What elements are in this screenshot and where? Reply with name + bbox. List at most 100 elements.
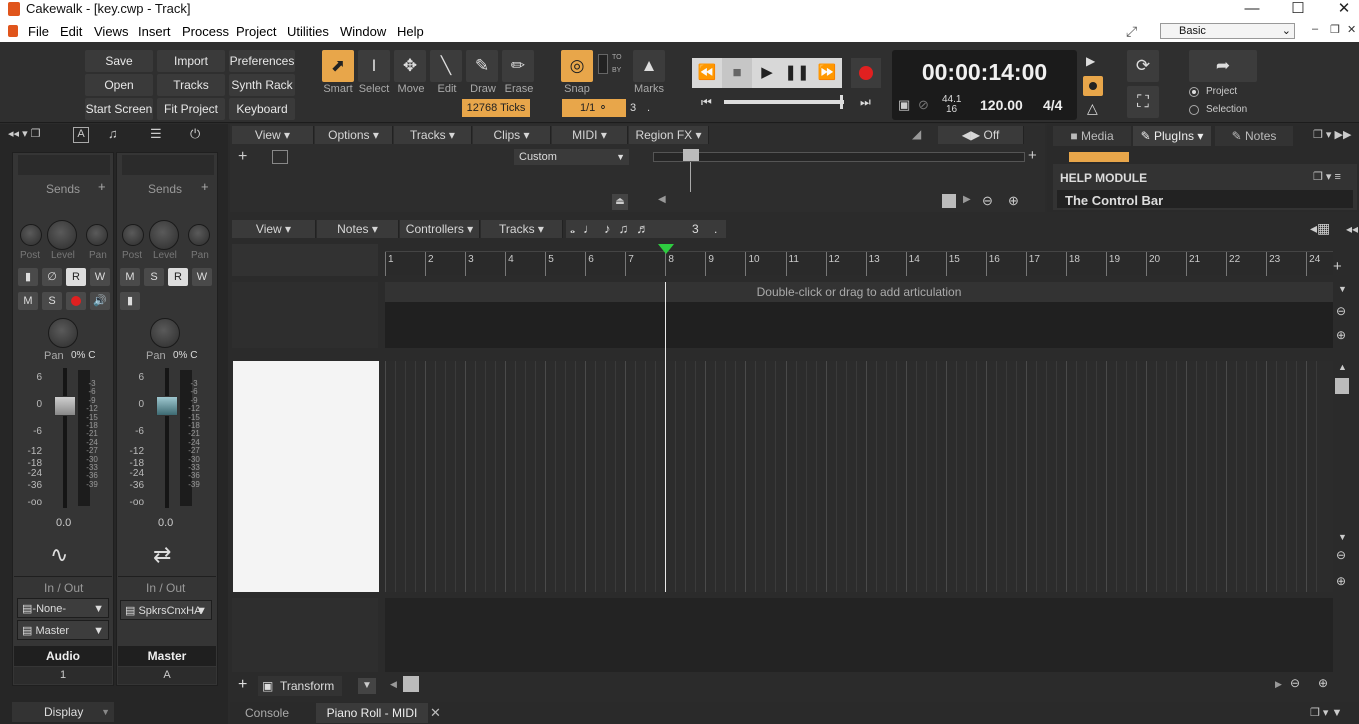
strip2-fx-bin[interactable] — [122, 155, 214, 175]
pianoroll-notes-menu[interactable]: Notes ▾ — [317, 220, 399, 238]
add-controller-icon[interactable]: + — [238, 676, 247, 694]
pianoroll-view-menu[interactable]: View ▾ — [232, 220, 316, 238]
clip-properties-icon[interactable]: A — [73, 127, 89, 143]
sync-icon[interactable]: ▣ — [898, 97, 910, 113]
note-duration-buttons[interactable]: 𝅝♩♪♫♬ — [566, 220, 726, 238]
snap-resolution-select[interactable]: 1/1 ⚬ — [562, 99, 626, 117]
browser-tab-plugins[interactable]: ✎ PlugIns ▾ — [1133, 126, 1211, 146]
trackview-options-menu[interactable]: Options ▾ — [315, 126, 393, 144]
playhead-marker[interactable] — [658, 244, 674, 254]
strip2-write-button[interactable]: W — [192, 268, 212, 286]
waveform-icon[interactable]: ♫ — [108, 126, 118, 141]
time-ruler[interactable]: 1 2 3 4 5 6 7 8 9 10 11 12 13 14 15 16 17 18 19 20 21 22 23 24 — [385, 251, 1333, 276]
strip1-add-send-icon[interactable]: + — [98, 179, 106, 194]
automation-icon[interactable]: ◢ — [912, 127, 921, 141]
pause-button[interactable]: ❚❚ — [782, 58, 812, 88]
save-button[interactable]: Save — [85, 50, 153, 72]
strip1-send-level-knob[interactable] — [47, 220, 77, 250]
triplet-button[interactable]: 3 — [692, 222, 699, 236]
list-icon[interactable]: ☰ — [150, 126, 162, 142]
dotted-button[interactable]: . — [714, 222, 717, 236]
strip2-pan-knob[interactable] — [150, 318, 180, 348]
strip1-post-knob[interactable] — [20, 224, 42, 246]
vscroll-thumb[interactable] — [1335, 378, 1349, 394]
horizontal-zoom-out-icon[interactable]: ⊖ — [1290, 676, 1300, 690]
now-time-display[interactable]: 00:00:14:00 — [892, 59, 1077, 86]
piano-keyboard[interactable] — [233, 361, 379, 592]
track-scroll-thumb[interactable] — [942, 194, 956, 208]
menu-file[interactable]: File — [28, 24, 49, 39]
tracks-button[interactable]: Tracks — [157, 74, 225, 96]
record-button[interactable] — [851, 58, 881, 88]
custom-select[interactable]: Custom ▼ — [514, 149, 629, 165]
strip2-mute-button[interactable]: M — [120, 268, 140, 286]
zoom-out-icon[interactable]: ⊖ — [982, 193, 993, 209]
trackview-tracks-menu[interactable]: Tracks ▾ — [394, 126, 472, 144]
pianoroll-controllers-menu[interactable]: Controllers ▾ — [400, 220, 480, 238]
stop-button[interactable]: ■ — [722, 58, 752, 88]
strip1-phase-button[interactable]: ∅ — [42, 268, 62, 286]
doc-minimize-icon[interactable]: – — [1312, 23, 1318, 35]
help-options-icon[interactable]: ❐ ▾ ≡ — [1313, 170, 1341, 183]
doc-restore-icon[interactable]: ❐ — [1330, 23, 1340, 36]
app-menu-icon[interactable] — [8, 25, 18, 37]
trackview-regionfx-menu[interactable]: Region FX ▾ — [629, 126, 709, 144]
open-button[interactable]: Open — [85, 74, 153, 96]
marks-button[interactable]: ▲ — [633, 50, 665, 82]
strip2-add-send-icon[interactable]: + — [201, 179, 209, 194]
zoom-in-icon[interactable]: ⊕ — [1008, 193, 1019, 209]
browser-tab-media[interactable]: ■ Media — [1053, 126, 1131, 146]
now-time-slider-thumb[interactable] — [840, 95, 843, 109]
preferences-button[interactable]: Preferences — [229, 50, 295, 72]
move-tool-button[interactable]: ✥ — [394, 50, 426, 82]
add-lane-icon[interactable]: + — [1028, 147, 1037, 164]
overview-timeline[interactable] — [653, 152, 1025, 162]
draw-tool-button[interactable]: ✎ — [466, 50, 498, 82]
vscroll-up-icon[interactable]: ▲ — [1338, 362, 1347, 372]
filter-icon[interactable]: ▼ — [358, 678, 376, 694]
add-track-icon[interactable]: + — [238, 148, 247, 166]
horizontal-zoom-in-icon[interactable]: ⊕ — [1318, 676, 1328, 690]
articulation-hint[interactable]: Double-click or drag to add articulation — [385, 282, 1333, 302]
project-radio[interactable] — [1189, 87, 1199, 97]
strip2-mono-button[interactable]: ▮ — [120, 292, 140, 310]
workspace-select[interactable]: Basic ⌄ — [1160, 23, 1295, 39]
metronome-icon[interactable]: △ — [1087, 100, 1098, 117]
menu-views[interactable]: Views — [94, 24, 128, 39]
grid-icon[interactable]: ◂▦ — [1310, 220, 1330, 237]
erase-tool-button[interactable]: ✏ — [502, 50, 534, 82]
tab-console[interactable]: Console — [232, 703, 302, 723]
strip1-solo-button[interactable]: S — [42, 292, 62, 310]
snap-button[interactable]: ◎ — [561, 50, 593, 82]
play-button[interactable]: ▶ — [752, 58, 782, 88]
insert-multiple-icon[interactable] — [272, 150, 288, 164]
start-screen-button[interactable]: Start Screen — [85, 98, 153, 120]
strip1-mute-button[interactable]: M — [18, 292, 38, 310]
browser-options-icon[interactable]: ❐ ▾ ▶▶ — [1313, 128, 1351, 141]
trackview-clips-menu[interactable]: Clips ▾ — [473, 126, 551, 144]
pianoroll-tracks-menu[interactable]: Tracks ▾ — [481, 220, 563, 238]
power-icon[interactable]: ⏻ — [190, 126, 200, 142]
strip2-send-pan-knob[interactable] — [188, 224, 210, 246]
audio-fx-tab[interactable] — [1069, 152, 1129, 162]
articulation-lane[interactable] — [385, 302, 1333, 348]
menu-utilities[interactable]: Utilities — [287, 24, 329, 39]
add-ruler-icon[interactable]: + — [1333, 258, 1342, 275]
hscroll-left-icon[interactable]: ◀ — [390, 679, 397, 690]
lane-zoom-in-icon[interactable]: ⊕ — [1336, 328, 1346, 342]
doc-close-icon[interactable]: ✕ — [1347, 23, 1356, 36]
expand-icon[interactable]: ⤢ — [1126, 23, 1137, 40]
trackview-midi-menu[interactable]: MIDI ▾ — [552, 126, 628, 144]
maximize-icon[interactable]: ☐ — [1275, 0, 1321, 20]
now-time-slider[interactable] — [724, 100, 844, 104]
multidock-options-icon[interactable]: ❐ ▾ ▼ — [1310, 706, 1342, 719]
meter-display[interactable]: 4/4 — [1043, 97, 1062, 113]
snap-tuplet[interactable]: 3 — [630, 99, 644, 117]
strip2-volume-fader[interactable] — [156, 396, 178, 416]
vscroll-down-icon[interactable]: ▼ — [1338, 532, 1347, 542]
strip2-solo-button[interactable]: S — [144, 268, 164, 286]
strip1-input-monitor-button[interactable]: 🔊 — [90, 292, 110, 310]
display-select[interactable]: Display ▼ — [12, 702, 114, 722]
note-grid[interactable] — [385, 361, 1333, 592]
strip1-input-select[interactable]: ▤-None- ▼ — [17, 598, 109, 618]
